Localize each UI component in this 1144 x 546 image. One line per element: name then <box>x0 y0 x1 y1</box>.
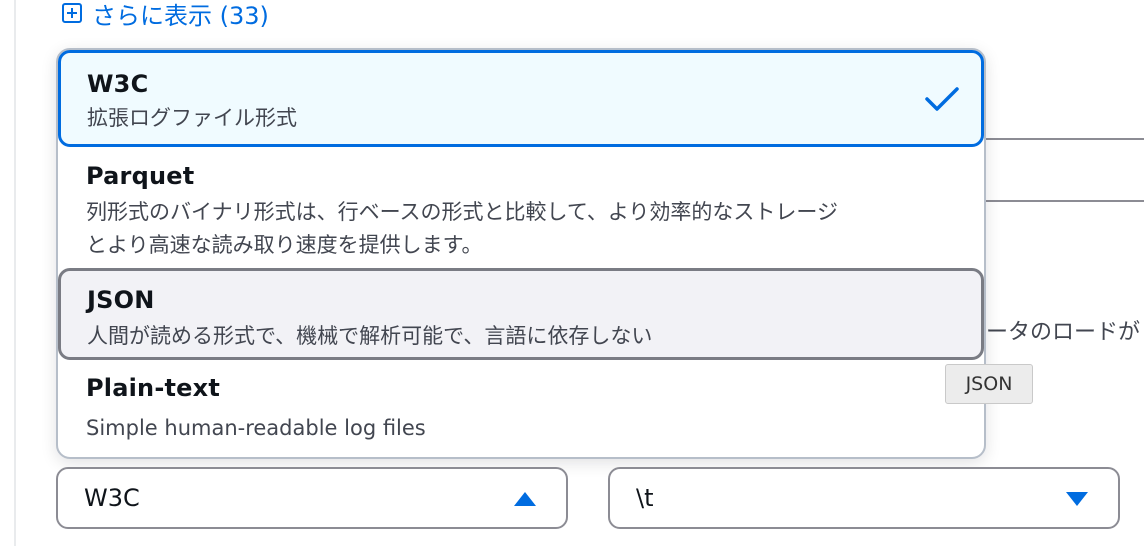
background-field-border <box>986 138 1144 140</box>
show-more-label: さらに表示 (33) <box>92 1 269 30</box>
option-parquet[interactable]: Parquet 列形式のバイナリ形式は、行ベースの形式と比較して、より効率的なス… <box>58 158 984 262</box>
container-border <box>14 0 16 546</box>
delimiter-select[interactable]: \t <box>608 467 1120 529</box>
option-title: Plain-text <box>86 374 220 402</box>
caret-down-icon <box>1066 492 1088 506</box>
option-title: JSON <box>87 286 155 314</box>
caret-up-icon <box>514 492 536 506</box>
option-description: 人間が読める形式で、機械で解析可能で、言語に依存しない <box>87 324 653 348</box>
option-description: 列形式のバイナリ形式は、行ベースの形式と比較して、より効率的なストレージ とより… <box>86 196 984 262</box>
option-description-line: 列形式のバイナリ形式は、行ベースの形式と比較して、より効率的なストレージ <box>86 200 839 224</box>
option-title: W3C <box>87 70 149 98</box>
option-title: Parquet <box>86 162 195 190</box>
background-description-text: ータのロードが <box>986 320 1141 345</box>
background-field-border <box>986 200 1144 202</box>
option-description-line: とより高速な読み取り速度を提供します。 <box>86 233 483 257</box>
show-more-link[interactable]: さらに表示 (33) <box>62 0 269 30</box>
select-value: W3C <box>84 484 140 512</box>
option-description: 拡張ログファイル形式 <box>87 106 297 130</box>
tooltip: JSON <box>945 364 1033 404</box>
select-value: \t <box>636 484 654 512</box>
option-w3c[interactable]: W3C 拡張ログファイル形式 <box>58 50 984 147</box>
plus-square-icon <box>62 3 82 23</box>
option-description: Simple human-readable log files <box>86 416 426 440</box>
option-json[interactable]: JSON 人間が読める形式で、機械で解析可能で、言語に依存しない <box>58 268 984 360</box>
option-plain-text[interactable]: Plain-text Simple human-readable log fil… <box>58 372 984 445</box>
log-format-select[interactable]: W3C <box>56 467 568 529</box>
checkmark-icon <box>925 87 959 111</box>
log-format-dropdown-menu: W3C 拡張ログファイル形式 Parquet 列形式のバイナリ形式は、行ベースの… <box>56 48 986 459</box>
